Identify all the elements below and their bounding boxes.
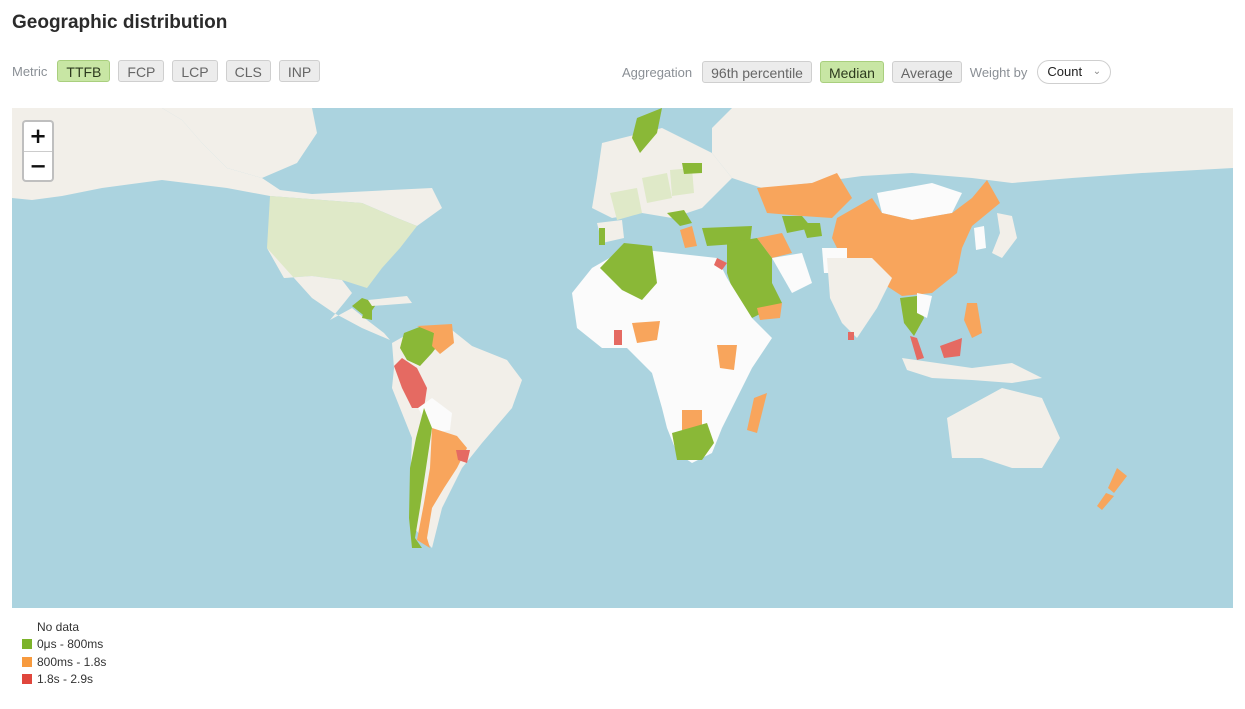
country-nigeria[interactable] <box>632 321 660 343</box>
country-lithuania[interactable] <box>682 163 702 174</box>
country-ghana[interactable] <box>614 330 622 345</box>
country-kenya[interactable] <box>717 345 737 370</box>
aggregation-label: Aggregation <box>622 64 693 80</box>
page-title: Geographic distribution <box>12 12 228 33</box>
aggregation-p96-button[interactable]: 96th percentile <box>702 61 812 83</box>
metric-inp-button[interactable]: INP <box>278 60 321 82</box>
weight-by-select[interactable]: Count ⌄ <box>1037 60 1112 84</box>
legend-item: 0μs - 800ms <box>22 636 106 654</box>
aggregation-median-button[interactable]: Median <box>819 61 884 83</box>
legend-label: 0μs - 800ms <box>37 637 104 652</box>
metric-selector: Metric TTFB FCP LCP CLS INP <box>12 60 321 82</box>
controls-bar: Metric TTFB FCP LCP CLS INP Aggregation … <box>12 60 1233 84</box>
legend-label: No data <box>37 619 80 634</box>
map-canvas <box>12 108 1233 608</box>
aggregation-selector: Aggregation 96th percentile Median Avera… <box>622 60 1112 84</box>
map-bottom-ocean <box>12 588 1233 608</box>
metric-lcp-button[interactable]: LCP <box>172 60 218 82</box>
weight-by-label: Weight by <box>969 64 1028 80</box>
aggregation-average-button[interactable]: Average <box>891 61 962 83</box>
metric-fcp-button[interactable]: FCP <box>118 60 165 82</box>
weight-by-value: Count <box>1047 64 1083 79</box>
legend-swatch-no-data <box>22 621 32 632</box>
legend-item: 1.8s - 2.9s <box>22 671 106 689</box>
country-germany[interactable] <box>642 173 672 203</box>
zoom-in-button[interactable]: + <box>24 122 52 152</box>
world-map[interactable]: + − <box>12 108 1233 608</box>
metric-ttfb-button[interactable]: TTFB <box>57 60 111 82</box>
legend-label: 1.8s - 2.9s <box>37 672 94 687</box>
legend-label: 800ms - 1.8s <box>37 654 107 669</box>
country-sri-lanka[interactable] <box>848 332 854 340</box>
legend-swatch-green <box>22 639 32 650</box>
zoom-out-button[interactable]: − <box>24 152 52 181</box>
metric-cls-button[interactable]: CLS <box>225 60 271 82</box>
legend-item: 800ms - 1.8s <box>22 653 106 671</box>
legend-swatch-orange <box>22 656 32 667</box>
country-portugal[interactable] <box>599 228 605 245</box>
country-korea[interactable] <box>974 226 986 250</box>
chevron-down-icon: ⌄ <box>1092 66 1102 77</box>
metric-label: Metric <box>12 63 48 79</box>
zoom-control: + − <box>22 120 54 182</box>
legend-item: No data <box>22 618 106 636</box>
legend-swatch-red <box>22 674 32 685</box>
map-legend: No data 0μs - 800ms 800ms - 1.8s 1.8s - … <box>22 618 106 688</box>
